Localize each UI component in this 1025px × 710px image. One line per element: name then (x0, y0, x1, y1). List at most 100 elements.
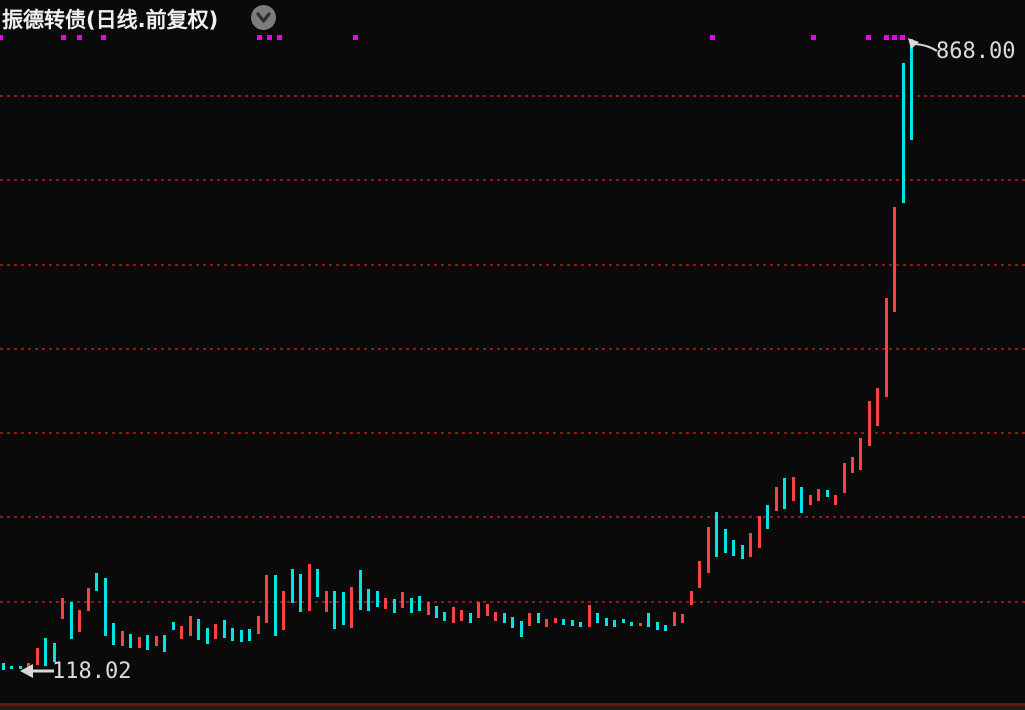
candle-bar (545, 619, 549, 627)
signal-dot (353, 35, 358, 40)
candle-bar (630, 621, 634, 626)
candle-bar (112, 623, 116, 646)
candle-bar (579, 621, 583, 627)
candle-bar (171, 621, 175, 631)
candle-bar (350, 587, 354, 628)
candle-bar (401, 592, 405, 609)
candle-bar (681, 614, 685, 623)
candle-bar (443, 611, 447, 621)
candle-bar (384, 598, 388, 610)
candle-bar (621, 619, 625, 623)
candle-bar (316, 568, 320, 598)
low-price-label: 118.02 (52, 659, 132, 684)
candle-bar (825, 490, 829, 498)
signal-dot (0, 35, 3, 40)
candle-bar (188, 615, 192, 637)
candle-bar (613, 620, 617, 627)
grid-line (0, 347, 1025, 350)
candle-bar (502, 613, 506, 623)
candle-bar (477, 601, 481, 618)
grid-line (0, 95, 1025, 97)
candle-bar (460, 609, 464, 621)
candle-bar (154, 636, 158, 647)
candle-bar (180, 625, 184, 640)
candle-bar (766, 505, 770, 530)
candle-bar (536, 613, 540, 623)
candle-bar (61, 598, 65, 620)
candle-bar (273, 574, 277, 637)
candle-bar (197, 619, 201, 641)
candle-bar (307, 564, 311, 611)
grid-line (0, 432, 1025, 434)
candle-bar (231, 628, 235, 642)
candle-bar (511, 616, 515, 629)
candle-bar (78, 609, 82, 632)
candle-bar (842, 463, 846, 493)
candle-bar (426, 601, 430, 615)
candle-bar (732, 539, 736, 556)
candle-bar (800, 486, 804, 514)
candle-bar (222, 620, 226, 638)
signal-dot (277, 35, 282, 40)
candle-bar (884, 298, 888, 397)
candle-bar (528, 613, 532, 626)
signal-dot (101, 35, 106, 40)
candle-bar (774, 486, 778, 512)
candle-bar (2, 663, 5, 670)
candle-bar (451, 607, 455, 623)
signal-dot (267, 35, 272, 40)
candle-bar (409, 598, 413, 614)
candle-bar (468, 613, 472, 624)
chart-titlebar: 振德转债(日线.前复权) (0, 0, 1025, 34)
candle-bar (367, 588, 371, 611)
candle-bar (553, 617, 557, 624)
signal-dot (710, 35, 715, 40)
grid-line (0, 179, 1025, 182)
candle-bar (901, 63, 905, 203)
candle-bar (341, 592, 345, 626)
candle-bar (392, 598, 396, 614)
signal-dot (866, 35, 871, 40)
chevron-down-icon (255, 11, 272, 24)
candle-bar (655, 621, 659, 631)
candle-bar (604, 617, 608, 626)
candle-bar (893, 207, 897, 312)
bottom-border (0, 703, 1025, 706)
grid-line (0, 600, 1025, 603)
candle-bar (434, 605, 438, 619)
low-arrow-icon (20, 663, 54, 683)
candle-bar (282, 590, 286, 631)
candle-bar (638, 622, 642, 626)
candle-bar (129, 633, 133, 648)
candle-bar (859, 438, 863, 471)
candle-bar (808, 495, 812, 505)
bottom-strip (0, 706, 1025, 710)
candle-bar (205, 628, 209, 644)
chart-title: 振德转债(日线.前复权) (2, 8, 219, 32)
timeframe-dropdown-button[interactable] (251, 5, 276, 30)
candle-bar (867, 400, 871, 446)
candle-bar (596, 613, 600, 623)
candle-bar (834, 494, 838, 505)
candle-bar (69, 602, 73, 640)
candle-bar (647, 613, 651, 627)
candle-bar (706, 527, 710, 573)
candle-bar (562, 619, 566, 626)
candle-bar (791, 476, 795, 502)
candle-bar (239, 630, 243, 642)
candle-bar (723, 529, 727, 553)
candle-bar (146, 635, 150, 651)
candle-bar (783, 477, 787, 509)
signal-dot (892, 35, 897, 40)
candle-bar (485, 604, 489, 616)
candle-bar (214, 624, 218, 640)
candlestick-chart[interactable] (0, 0, 1025, 710)
trading-app-window: 振德转债(日线.前复权) 868.00 118.02 (0, 0, 1025, 710)
candle-bar (418, 596, 421, 611)
candle-bar (664, 625, 668, 631)
candle-bar (137, 636, 141, 648)
grid-line (0, 263, 1025, 266)
candle-bar (749, 533, 753, 557)
candle-bar (95, 572, 99, 592)
candle-bar (10, 665, 14, 669)
